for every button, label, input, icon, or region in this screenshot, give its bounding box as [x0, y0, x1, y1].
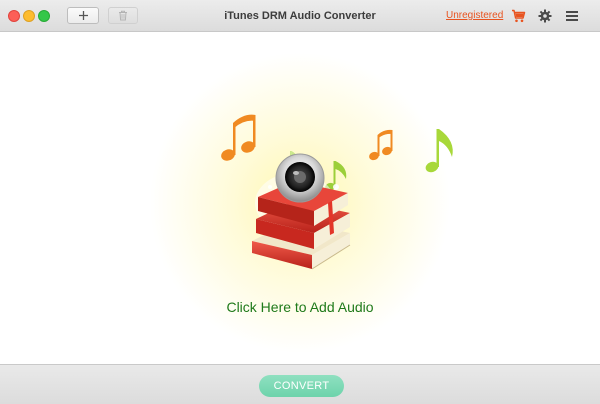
zoom-window-button[interactable] [38, 10, 50, 22]
gear-icon [538, 9, 552, 23]
add-audio-label[interactable]: Click Here to Add Audio [0, 299, 600, 315]
plus-icon [78, 11, 88, 20]
settings-button[interactable] [537, 8, 553, 24]
music-note-icon [221, 114, 256, 161]
shopping-cart-icon [511, 9, 525, 23]
app-window: iTunes DRM Audio Converter Unregistered [0, 0, 600, 404]
minimize-window-button[interactable] [23, 10, 35, 22]
unregistered-link[interactable]: Unregistered [446, 10, 503, 21]
close-window-button[interactable] [8, 10, 20, 22]
add-audio-area[interactable]: Click Here to Add Audio [0, 33, 600, 364]
hamburger-menu-icon [566, 11, 578, 21]
cart-button[interactable] [510, 8, 526, 24]
books-speaker-music-notes-icon [221, 114, 453, 270]
speaker-icon [275, 153, 325, 203]
menu-button[interactable] [564, 8, 580, 24]
trash-icon [119, 10, 127, 21]
delete-button[interactable] [108, 7, 138, 24]
convert-button[interactable]: CONVERT [259, 375, 344, 397]
add-button[interactable] [67, 7, 99, 24]
title-bar: iTunes DRM Audio Converter Unregistered [0, 0, 600, 32]
bottom-bar: CONVERT [0, 364, 600, 404]
